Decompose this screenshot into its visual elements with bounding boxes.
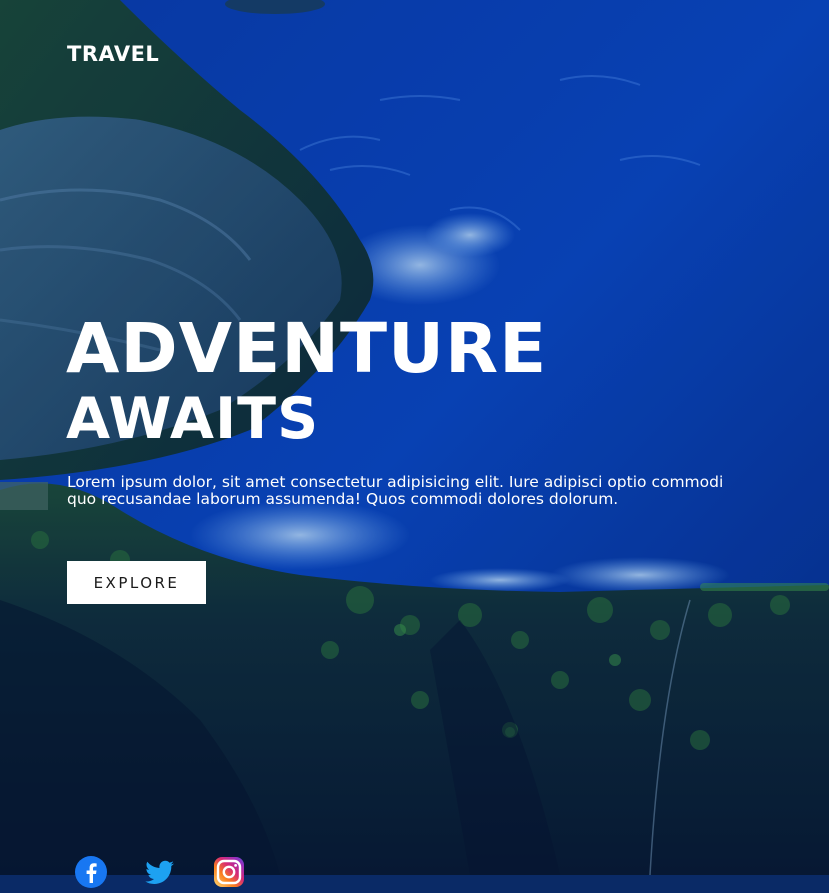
instagram-icon bbox=[214, 857, 244, 887]
facebook-icon bbox=[75, 856, 107, 888]
instagram-link[interactable] bbox=[212, 855, 246, 889]
social-links bbox=[74, 855, 246, 889]
headline-line-1: ADVENTURE bbox=[66, 309, 548, 389]
twitter-link[interactable] bbox=[143, 855, 177, 889]
explore-button[interactable]: EXPLORE bbox=[67, 561, 206, 604]
hero-description: Lorem ipsum dolor, sit amet consectetur … bbox=[67, 473, 724, 508]
hero-headline: ADVENTURE AWAITS bbox=[66, 310, 547, 450]
twitter-icon bbox=[145, 860, 174, 884]
headline-line-2: AWAITS bbox=[66, 386, 320, 452]
brand-logo[interactable]: TRAVEL bbox=[67, 42, 159, 66]
facebook-link[interactable] bbox=[74, 855, 108, 889]
